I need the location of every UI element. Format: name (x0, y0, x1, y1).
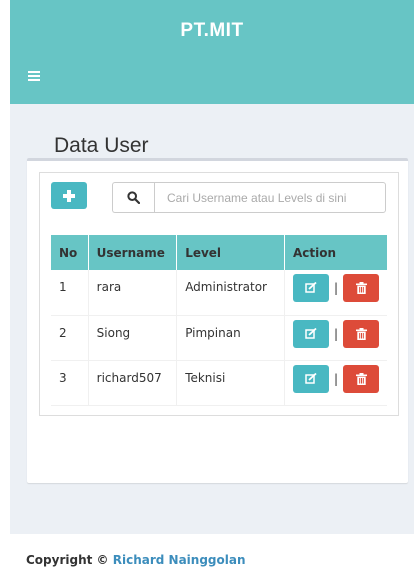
user-table: No Username Level Action 1 rara Administ… (51, 235, 387, 406)
cell-username: rara (88, 270, 178, 316)
cell-action: | (284, 360, 387, 406)
cell-level: Teknisi (176, 360, 285, 406)
trash-icon (355, 282, 367, 294)
plus-icon (63, 189, 75, 202)
column-header-level: Level (176, 235, 285, 270)
column-header-no: No (51, 235, 89, 270)
table-row: 1 rara Administrator | (51, 270, 387, 316)
edit-icon (305, 282, 317, 293)
delete-button[interactable] (343, 274, 379, 302)
table-row: 3 richard507 Teknisi | (51, 360, 387, 406)
action-separator: | (333, 371, 338, 386)
cell-level: Administrator (176, 270, 285, 316)
column-header-username: Username (88, 235, 178, 270)
search-button[interactable] (112, 182, 154, 213)
app-title[interactable]: PT.MIT (10, 20, 414, 42)
cell-no: 1 (51, 270, 89, 316)
author-link[interactable]: Richard Nainggolan (113, 553, 246, 567)
cell-level: Pimpinan (176, 315, 285, 361)
search-icon (127, 191, 140, 204)
table-row: 2 Siong Pimpinan | (51, 315, 387, 361)
cell-username: Siong (88, 315, 178, 361)
footer-copyright: Copyright © Richard Nainggolan (26, 553, 246, 567)
action-separator: | (333, 281, 338, 295)
edit-button[interactable] (292, 319, 329, 348)
edit-icon (305, 372, 317, 384)
cell-action: | (284, 315, 387, 361)
trash-icon (355, 327, 367, 340)
cell-action: | (284, 270, 387, 316)
hamburger-icon[interactable] (28, 71, 40, 81)
top-navbar: PT.MIT (10, 0, 414, 104)
column-header-action: Action (284, 235, 387, 270)
delete-button[interactable] (343, 319, 379, 348)
copyright-prefix: Copyright © (26, 553, 109, 567)
cell-no: 2 (51, 315, 89, 361)
add-user-button[interactable] (51, 182, 87, 209)
cell-username: richard507 (88, 360, 178, 406)
action-separator: | (333, 326, 338, 341)
table-header-row: No Username Level Action (51, 235, 387, 270)
edit-button[interactable] (292, 364, 329, 393)
edit-button[interactable] (292, 274, 329, 302)
delete-button[interactable] (343, 364, 379, 393)
cell-no: 3 (51, 360, 89, 406)
page-title: Data User (54, 134, 149, 157)
search-input[interactable] (154, 182, 386, 213)
edit-icon (305, 327, 317, 339)
trash-icon (355, 372, 367, 385)
